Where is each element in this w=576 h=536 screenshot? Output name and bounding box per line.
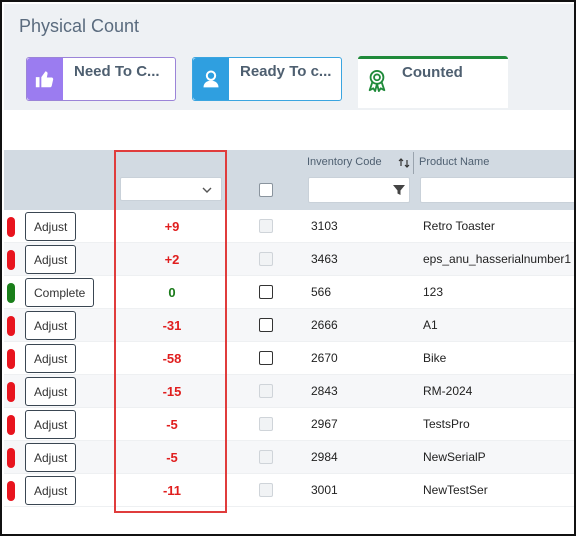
adjust-button[interactable]: Adjust	[25, 377, 77, 406]
status-indicator	[7, 448, 15, 468]
variance-value: 0	[168, 285, 176, 300]
adjust-button[interactable]: Adjust	[25, 344, 77, 373]
variance-filter-select[interactable]	[120, 177, 222, 201]
table-row[interactable]: Complete 0 566 123	[4, 276, 574, 309]
column-divider[interactable]	[413, 152, 414, 174]
filter-icon[interactable]	[392, 183, 406, 202]
inventory-code-cell: 2670	[311, 351, 338, 365]
status-indicator	[7, 250, 15, 270]
toolbar-area	[4, 110, 574, 150]
status-indicator	[7, 217, 15, 237]
row-checkbox[interactable]	[259, 318, 273, 332]
inventory-code-cell: 2984	[311, 450, 338, 464]
complete-button[interactable]: Complete	[25, 278, 95, 307]
inventory-code-cell: 3103	[311, 219, 338, 233]
tab-ready-to-count[interactable]: Ready To c...	[192, 57, 342, 101]
table-row[interactable]: Adjust -5 2967 TestsPro	[4, 408, 574, 441]
award-ribbon-icon	[358, 59, 396, 103]
row-checkbox	[259, 384, 273, 398]
adjust-button[interactable]: Adjust	[25, 212, 77, 241]
status-indicator	[7, 283, 15, 303]
page-title: Physical Count	[19, 16, 140, 36]
product-name-cell: TestsPro	[423, 417, 470, 431]
thumbs-up-icon	[27, 58, 63, 100]
variance-value: -15	[162, 384, 182, 399]
status-indicator	[7, 316, 15, 336]
table-row[interactable]: Adjust +2 3463 eps_anu_hasserialnumber1	[4, 243, 574, 276]
status-indicator	[7, 349, 15, 369]
tab-label: Need To C...	[74, 63, 160, 80]
adjust-button[interactable]: Adjust	[25, 311, 77, 340]
row-checkbox	[259, 417, 273, 431]
product-name-cell: eps_anu_hasserialnumber1	[423, 252, 572, 266]
tab-label: Counted	[402, 64, 463, 81]
variance-value: +2	[164, 252, 180, 267]
inventory-code-cell: 3463	[311, 252, 338, 266]
adjust-button[interactable]: Adjust	[25, 410, 77, 439]
row-checkbox	[259, 219, 273, 233]
inventory-code-cell: 2967	[311, 417, 338, 431]
table-row[interactable]: Adjust -58 2670 Bike	[4, 342, 574, 375]
adjust-button[interactable]: Adjust	[25, 245, 77, 274]
sort-icon[interactable]	[398, 156, 410, 174]
table-row[interactable]: Adjust -11 3001 NewTestSer	[4, 474, 574, 507]
product-name-cell: A1	[423, 318, 438, 332]
product-name-cell: Bike	[423, 351, 447, 365]
user-icon	[193, 58, 229, 100]
column-header-product-name[interactable]: Product Name	[419, 156, 489, 168]
inventory-code-cell: 2666	[311, 318, 338, 332]
variance-value: -31	[162, 318, 182, 333]
product-name-cell: RM-2024	[423, 384, 473, 398]
product-name-cell: Retro Toaster	[423, 219, 495, 233]
table-row[interactable]: Adjust -5 2984 NewSerialP	[4, 441, 574, 474]
status-indicator	[7, 481, 15, 501]
status-indicator	[7, 382, 15, 402]
chevron-down-icon	[201, 183, 213, 201]
variance-value: -11	[162, 483, 182, 498]
grid-body: Adjust +9 3103 Retro Toaster Adjust +2 3463 eps…	[4, 210, 574, 507]
column-header-inventory-code[interactable]: Inventory Code	[307, 156, 382, 168]
variance-value: +9	[164, 219, 180, 234]
row-checkbox[interactable]	[259, 351, 273, 365]
table-row[interactable]: Adjust -31 2666 A1	[4, 309, 574, 342]
grid-header: Inventory Code Product Name	[4, 150, 574, 210]
inventory-code-cell: 566	[311, 285, 332, 299]
product-name-filter-input[interactable]	[420, 177, 574, 203]
tab-counted[interactable]: Counted	[358, 56, 508, 108]
tab-label: Ready To c...	[240, 63, 332, 80]
variance-value: -58	[162, 351, 182, 366]
inventory-code-cell: 3001	[311, 483, 338, 497]
adjust-button[interactable]: Adjust	[25, 443, 77, 472]
select-all-checkbox[interactable]	[259, 183, 273, 197]
product-name-cell: NewTestSer	[423, 483, 488, 497]
variance-value: -5	[166, 450, 178, 465]
row-checkbox	[259, 450, 273, 464]
row-checkbox[interactable]	[259, 285, 273, 299]
table-row[interactable]: Adjust +9 3103 Retro Toaster	[4, 210, 574, 243]
tab-need-to-count[interactable]: Need To C...	[26, 57, 176, 101]
row-checkbox	[259, 252, 273, 266]
variance-value: -5	[166, 417, 178, 432]
product-name-cell: 123	[423, 285, 444, 299]
row-checkbox	[259, 483, 273, 497]
inventory-code-cell: 2843	[311, 384, 338, 398]
table-row[interactable]: Adjust -15 2843 RM-2024	[4, 375, 574, 408]
inventory-code-filter-input[interactable]	[308, 177, 410, 203]
app-frame: Physical Count Need To C... Ready To c..…	[0, 0, 576, 536]
status-indicator	[7, 415, 15, 435]
product-name-cell: NewSerialP	[423, 450, 486, 464]
adjust-button[interactable]: Adjust	[25, 476, 77, 505]
